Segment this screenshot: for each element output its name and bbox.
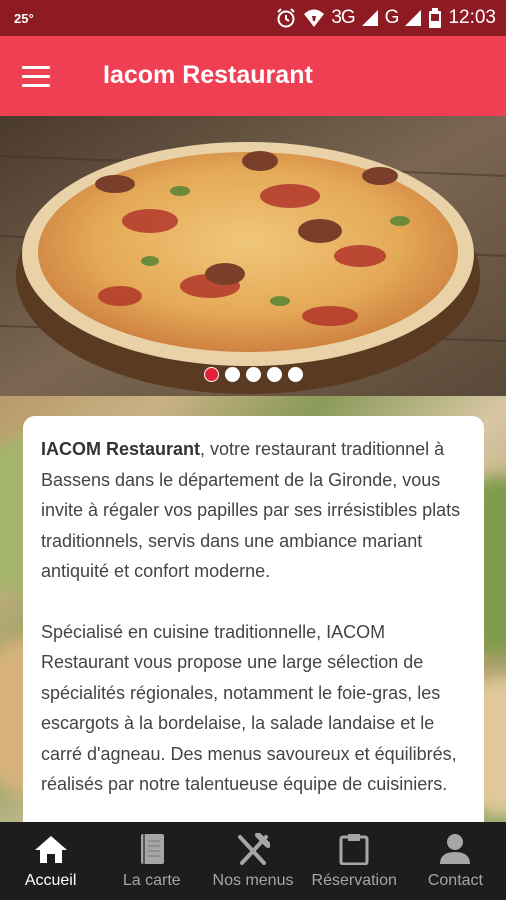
battery-icon bbox=[428, 8, 442, 28]
nav-label-la-carte: La carte bbox=[122, 872, 181, 889]
nav-item-contact[interactable]: Contact bbox=[405, 822, 506, 900]
fork-knife-icon bbox=[236, 832, 270, 866]
nav-label-accueil: Accueil bbox=[24, 872, 77, 889]
status-icons: 3G G 12:03 bbox=[275, 7, 496, 29]
nav-item-nos-menus[interactable]: Nos menus bbox=[202, 822, 303, 900]
app-title: Iacom Restaurant bbox=[103, 61, 313, 89]
alarm-icon bbox=[275, 7, 297, 29]
nav-label-reservation: Réservation bbox=[311, 872, 397, 889]
intro-paragraph-1: IACOM Restaurant, votre restaurant tradi… bbox=[41, 434, 466, 587]
carousel-dots bbox=[0, 367, 506, 382]
wifi-icon bbox=[303, 8, 325, 28]
person-icon bbox=[438, 832, 472, 866]
nav-item-la-carte[interactable]: La carte bbox=[101, 822, 202, 900]
hamburger-menu-icon[interactable] bbox=[22, 60, 56, 92]
home-icon bbox=[34, 832, 68, 866]
clipboard-icon bbox=[337, 832, 371, 866]
carousel-dot-2[interactable] bbox=[224, 367, 240, 382]
network-3g-label: 3G bbox=[331, 7, 355, 28]
content-background: IACOM Restaurant, votre restaurant tradi… bbox=[0, 396, 506, 822]
carousel-dot-4[interactable] bbox=[266, 367, 282, 382]
pizza-image bbox=[0, 116, 506, 396]
nav-label-contact: Contact bbox=[427, 872, 483, 889]
signal-icon-2 bbox=[404, 9, 422, 27]
intro-paragraph-2: Spécialisé en cuisine traditionnelle, IA… bbox=[41, 621, 457, 795]
hero-carousel[interactable] bbox=[0, 116, 506, 396]
intro-paragraph-1-text: , votre restaurant traditionnel à Bassen… bbox=[41, 439, 461, 581]
status-bar: 25° 3G G 12:03 bbox=[0, 0, 506, 36]
bottom-navigation: Accueil La carte Nos menus Réservation C… bbox=[0, 822, 506, 900]
app-bar: Iacom Restaurant bbox=[0, 36, 506, 116]
signal-icon bbox=[361, 9, 379, 27]
carousel-dot-3[interactable] bbox=[245, 367, 261, 382]
nav-item-accueil[interactable]: Accueil bbox=[0, 822, 101, 900]
book-icon bbox=[135, 832, 169, 866]
brand-name: IACOM Restaurant bbox=[41, 439, 201, 459]
carousel-dot-1[interactable] bbox=[203, 367, 219, 382]
clock-time: 12:03 bbox=[448, 7, 496, 28]
intro-card: IACOM Restaurant, votre restaurant tradi… bbox=[23, 416, 484, 822]
nav-label-nos-menus: Nos menus bbox=[212, 872, 294, 889]
network-g-label: G bbox=[384, 7, 400, 28]
carousel-dot-5[interactable] bbox=[287, 367, 303, 382]
nav-item-reservation[interactable]: Réservation bbox=[304, 822, 405, 900]
temperature-indicator: 25° bbox=[14, 11, 34, 26]
